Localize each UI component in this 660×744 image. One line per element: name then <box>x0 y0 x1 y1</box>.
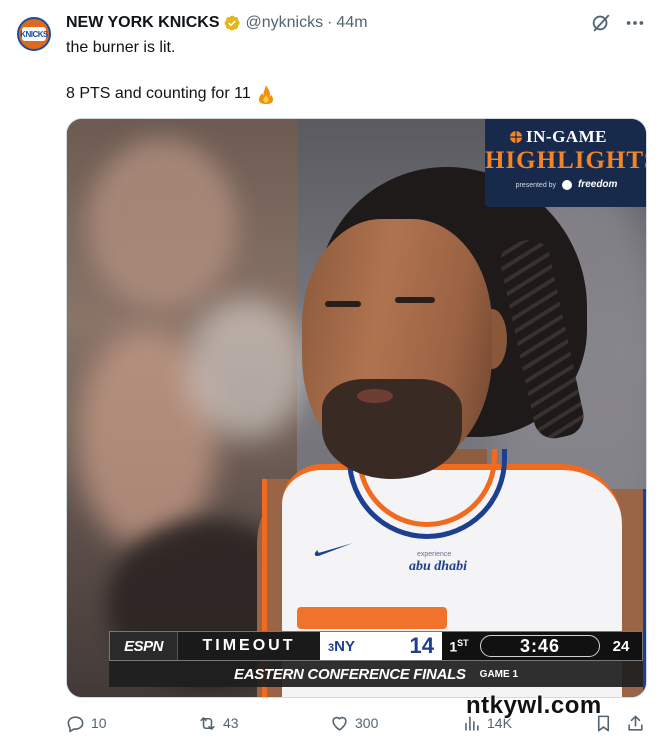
repost-count: 43 <box>223 715 239 731</box>
tweet-media-video[interactable]: experience abu dhabi IN-GAME HIGHLIGHTS … <box>66 118 647 698</box>
game-status: TIMEOUT <box>178 632 320 660</box>
presented-by-text: presented by <box>515 182 557 189</box>
badge-line1: IN-GAME <box>526 127 607 146</box>
fire-emoji-icon <box>258 85 273 104</box>
jersey-sponsor-tagline: experience <box>417 551 452 558</box>
tweet-text-line2: 8 PTS and counting for 11 <box>66 85 251 102</box>
sponsor-brand: freedom <box>577 179 618 190</box>
account-handle[interactable]: @nyknicks <box>246 14 324 32</box>
share-button[interactable] <box>626 714 645 733</box>
heart-icon <box>332 716 347 731</box>
site-watermark: ntkywl.com <box>466 692 602 719</box>
in-game-highlights-badge: IN-GAME HIGHLIGHTS presented by freedom <box>485 119 647 207</box>
verified-badge-icon <box>224 15 240 31</box>
jersey-sponsor: abu dhabi <box>409 559 467 574</box>
game-period: 1ST <box>442 638 476 655</box>
crowd-blur <box>187 299 307 439</box>
shot-clock: 24 <box>612 637 630 655</box>
player-eyebrow <box>395 297 435 303</box>
player-eyebrow <box>325 301 361 307</box>
share-icon <box>628 715 643 731</box>
jersey-lettering <box>297 607 447 629</box>
badge-line2: HIGHLIGHTS <box>485 147 647 174</box>
badge-presented-by: presented by freedom <box>485 179 646 191</box>
nike-swoosh-icon <box>314 543 353 557</box>
reply-button[interactable]: 10 <box>66 714 107 733</box>
like-button[interactable]: 300 <box>330 714 378 733</box>
reply-count: 10 <box>91 715 107 731</box>
tweet-timestamp[interactable]: 44m <box>336 14 367 32</box>
period-suffix: ST <box>457 637 469 648</box>
tweet-top-actions <box>590 12 646 34</box>
scorebug: ESPN TIMEOUT 3NY 14 1ST 3:46 24 <box>109 631 643 661</box>
player-mouth <box>357 389 393 403</box>
team-label: 3NY <box>328 638 355 655</box>
avatar-logo-text: KNICKS <box>20 27 48 41</box>
account-name[interactable]: NEW YORK KNICKS <box>66 14 220 32</box>
team-score-box: 3NY 14 <box>320 632 442 660</box>
tweet-header: NEW YORK KNICKS @nyknicks · 44m <box>66 13 368 33</box>
account-avatar[interactable]: KNICKS <box>17 17 51 51</box>
tweet-text-line2-wrap: 8 PTS and counting for 11 <box>66 84 276 104</box>
repost-button[interactable]: 43 <box>198 714 239 733</box>
team-score: 14 <box>409 633 434 658</box>
header-separator: · <box>327 14 333 31</box>
espn-logo: ESPN <box>110 632 178 660</box>
repost-icon <box>200 716 215 730</box>
crowd-blur <box>87 139 237 309</box>
game-clock: 3:46 <box>480 635 600 657</box>
game-number: GAME 1 <box>479 668 519 680</box>
series-info-bar: EASTERN CONFERENCE FINALS GAME 1 <box>109 661 643 687</box>
series-name: EASTERN CONFERENCE FINALS <box>233 665 466 683</box>
freedom-logo-icon <box>562 180 573 191</box>
reply-icon <box>67 715 84 732</box>
grok-icon[interactable] <box>590 12 612 34</box>
team-abbrev: NY <box>334 637 355 655</box>
period-number: 1 <box>449 638 458 655</box>
tweet-text-line1: the burner is lit. <box>66 39 176 56</box>
more-options-icon[interactable] <box>624 12 646 34</box>
like-count: 300 <box>355 715 379 731</box>
